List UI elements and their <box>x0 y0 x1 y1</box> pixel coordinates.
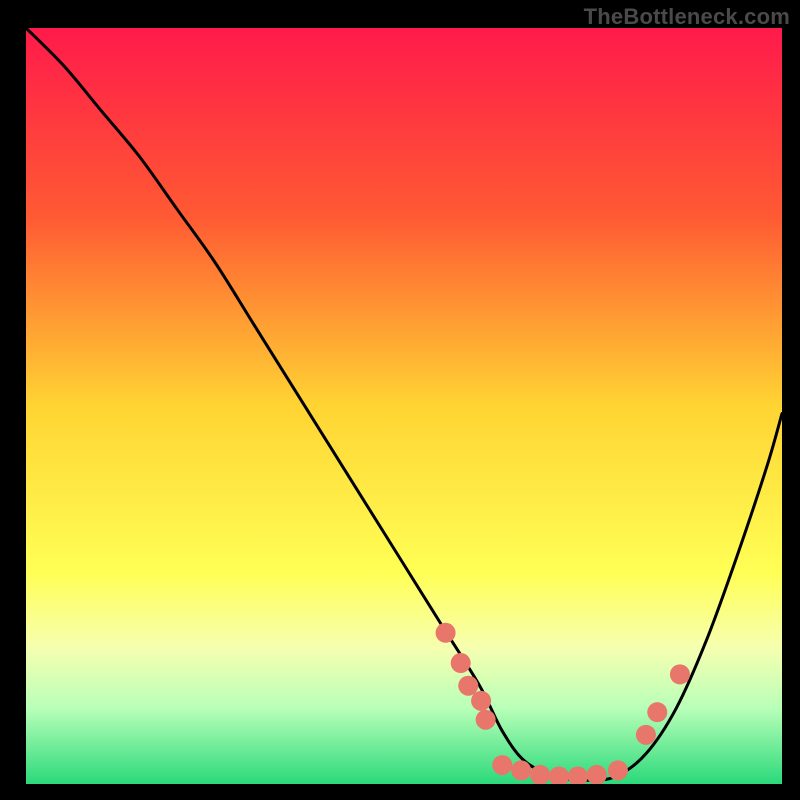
sample-point <box>636 725 656 745</box>
bottleneck-chart <box>0 0 800 800</box>
sample-point <box>458 676 478 696</box>
sample-point <box>436 623 456 643</box>
gradient-background <box>26 28 782 784</box>
sample-point <box>511 760 531 780</box>
sample-point <box>549 766 569 786</box>
sample-point <box>587 765 607 785</box>
sample-point <box>670 664 690 684</box>
sample-point <box>476 710 496 730</box>
sample-point <box>471 691 491 711</box>
sample-point <box>608 760 628 780</box>
sample-point <box>451 653 471 673</box>
attribution-label: TheBottleneck.com <box>584 4 790 30</box>
chart-stage: TheBottleneck.com <box>0 0 800 800</box>
sample-point <box>492 755 512 775</box>
sample-point <box>568 766 588 786</box>
sample-point <box>530 765 550 785</box>
sample-point <box>647 702 667 722</box>
